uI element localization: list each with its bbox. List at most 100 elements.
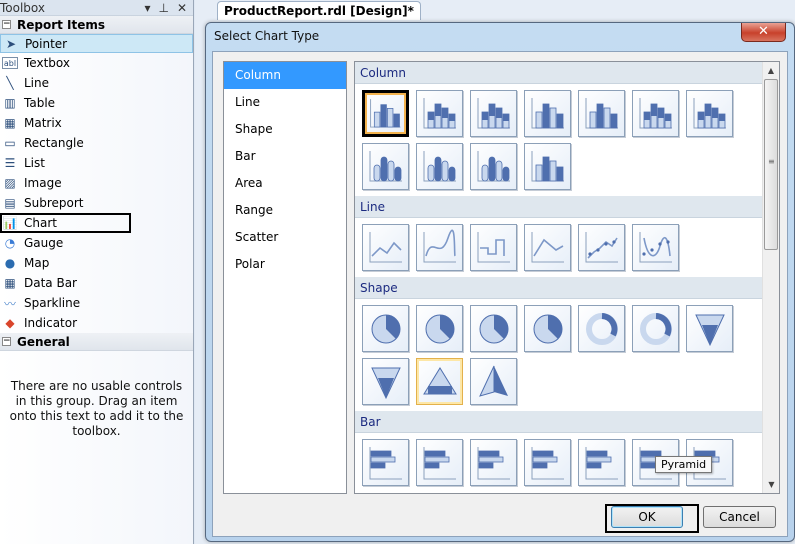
toolbox-item-label: Matrix [24,116,62,130]
pie-chart-icon[interactable] [362,305,409,352]
scroll-thumb[interactable]: ≡ [764,79,778,250]
smooth-line-with-markers-chart-icon[interactable] [632,224,679,271]
chart-type-shape[interactable]: Shape [224,116,346,143]
toolbox-item-map[interactable]: ● Map [0,253,193,273]
pointer-icon: ➤ [5,36,17,51]
chart-type-bar[interactable]: Bar [224,143,346,170]
chart-type-list: Column Line Shape Bar Area Range Scatter Polar [223,61,347,494]
3d-stacked-cylinder-chart-icon[interactable] [416,143,463,190]
toolbox-item-rectangle[interactable]: ▭ Rectangle [0,133,193,153]
bar-chart-icon[interactable] [362,439,409,486]
chart-type-line[interactable]: Line [224,89,346,116]
map-icon: ● [4,256,16,270]
dialog-close-button[interactable]: ✕ [741,23,786,42]
section-icons-line [355,218,764,277]
subreport-icon: ▤ [4,196,16,210]
dropdown-icon[interactable]: ▾ [144,1,150,15]
collapse-icon[interactable]: − [2,20,11,29]
stacked-bar-chart-icon[interactable] [416,439,463,486]
tooltip: Pyramid [655,456,713,473]
doughnut-chart-icon[interactable] [578,305,625,352]
100-stacked-bar-chart-icon[interactable] [470,439,517,486]
100-stacked-column-chart-icon[interactable] [470,90,517,137]
group-general[interactable]: − General [0,333,193,351]
toolbox-item-gauge[interactable]: ◔ Gauge [0,233,193,253]
chart-type-area[interactable]: Area [224,170,346,197]
smooth-line-chart-icon[interactable] [416,224,463,271]
toolbox-item-line[interactable]: ╲ Line [0,73,193,93]
close-icon[interactable]: ✕ [177,1,187,15]
3d-clustered-column-chart-icon[interactable] [524,90,571,137]
toolbox-item-data-bar[interactable]: ▦ Data Bar [0,273,193,293]
section-header-bar: Bar [355,411,764,433]
section-header-column: Column [355,62,764,84]
pyramid-chart-icon[interactable] [416,358,463,405]
chart-type-scatter[interactable]: Scatter [224,224,346,251]
toolbox-item-label: Indicator [24,316,78,330]
general-empty-message[interactable]: There are no usable controls in this gro… [0,351,193,439]
gallery-scrollbar[interactable]: ▲ ≡ ▼ [762,62,779,493]
toolbox-item-list[interactable]: ☰ List [0,153,193,173]
3d-stacked-column-chart-icon[interactable] [632,90,679,137]
toolbox-item-textbox[interactable]: abl Textbox [0,53,193,73]
toolbox-item-label: Gauge [24,236,64,250]
exploded-pie-chart-icon[interactable] [416,305,463,352]
pin-icon[interactable]: ⊥ [158,1,168,15]
toolbox-item-chart[interactable]: 📊 Chart [0,213,131,233]
toolbox-item-indicator[interactable]: ◆ Indicator [0,313,193,333]
3d-exploded-pie-chart-icon[interactable] [524,305,571,352]
toolbox-item-label: List [24,156,45,170]
toolbox-item-sparkline[interactable]: 〰 Sparkline [0,293,193,313]
chart-type-range[interactable]: Range [224,197,346,224]
toolbox-item-pointer[interactable]: ➤ Pointer [0,34,193,53]
cancel-button[interactable]: Cancel [703,506,776,528]
ok-button[interactable]: OK [611,506,683,528]
section-header-line: Line [355,196,764,218]
collapse-icon[interactable]: − [2,337,11,346]
exploded-doughnut-chart-icon[interactable] [632,305,679,352]
funnel-chart-icon[interactable] [686,305,733,352]
line-with-markers-chart-icon[interactable] [578,224,625,271]
toolbox-item-table[interactable]: ▥ Table [0,93,193,113]
toolbox-item-matrix[interactable]: ▦ Matrix [0,113,193,133]
3d-column-alt-chart-icon[interactable] [524,143,571,190]
scroll-up-icon[interactable]: ▲ [763,62,779,79]
3d-line-chart-icon[interactable] [524,224,571,271]
scroll-down-icon[interactable]: ▼ [763,476,779,493]
toolbox-item-subreport[interactable]: ▤ Subreport [0,193,193,213]
3d-100-stacked-column-chart-icon[interactable] [686,90,733,137]
3d-stacked-bar-chart-icon[interactable] [578,439,625,486]
line-chart-icon[interactable] [362,224,409,271]
indicator-icon: ◆ [5,316,15,330]
data-bar-icon: ▦ [4,276,16,290]
chart-icon: 📊 [2,216,18,230]
3d-column-chart-icon[interactable] [578,90,625,137]
tab-product-report[interactable]: ProductReport.rdl [Design]* [217,1,421,20]
toolbox-title-bar: Toolbox ▾ ⊥ ✕ [0,0,193,16]
toolbox-item-label: Chart [24,216,57,230]
sparkline-icon: 〰 [3,296,16,311]
3d-clustered-bar-chart-icon[interactable] [524,439,571,486]
toolbox-item-label: Subreport [24,196,84,210]
toolbox-item-label: Line [24,76,50,90]
matrix-icon: ▦ [4,116,16,130]
dialog-title: Select Chart Type [214,29,320,43]
stacked-column-chart-icon[interactable] [416,90,463,137]
3d-100-stacked-cylinder-chart-icon[interactable] [470,143,517,190]
textbox-icon: abl [2,57,18,69]
section-header-shape: Shape [355,277,764,299]
stepped-line-chart-icon[interactable] [470,224,517,271]
toolbox-panel: Toolbox ▾ ⊥ ✕ − Report Items ➤ Pointer abl… [0,0,194,544]
toolbox-title: Toolbox [0,0,45,15]
column-chart-icon[interactable] [362,90,409,137]
toolbox-item-image[interactable]: ▨ Image [0,173,193,193]
3d-cylinder-chart-icon[interactable] [362,143,409,190]
3d-pyramid-chart-icon[interactable] [470,358,517,405]
group-report-items[interactable]: − Report Items [0,16,193,34]
3d-pie-chart-icon[interactable] [470,305,517,352]
toolbox-item-label: Map [24,256,50,270]
chart-type-polar[interactable]: Polar [224,251,346,278]
rectangle-icon: ▭ [4,136,16,150]
chart-type-column[interactable]: Column [224,62,346,89]
3d-funnel-chart-icon[interactable] [362,358,409,405]
